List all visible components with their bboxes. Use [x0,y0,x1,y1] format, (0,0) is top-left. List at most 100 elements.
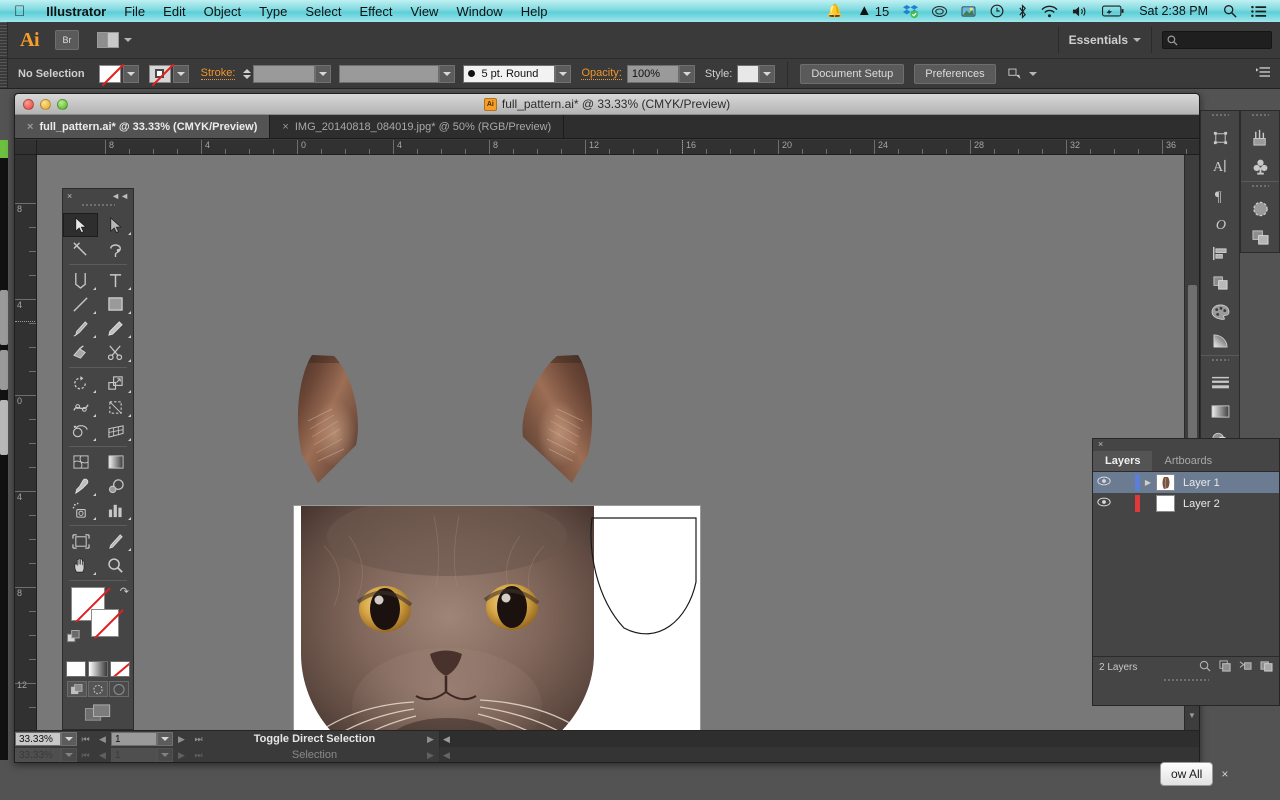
create-new-sublayer-icon[interactable] [1239,660,1252,675]
artboard[interactable] [293,505,701,730]
menu-item-illustrator[interactable]: Illustrator [37,4,115,19]
create-new-layer-icon[interactable] [1260,660,1273,675]
previous-page-button[interactable]: ◀ [94,734,111,745]
graphic-style-swatch[interactable] [737,64,760,83]
wifi-icon[interactable] [1034,5,1065,18]
pencil-tool[interactable] [98,316,133,340]
artboard-number-field[interactable]: 1 [111,732,157,746]
menu-item-window[interactable]: Window [447,4,511,19]
stroke-dropdown[interactable] [172,64,189,83]
close-icon[interactable]: × [27,121,33,133]
color-panel-icon[interactable] [1201,297,1239,326]
search-input[interactable] [1162,31,1272,49]
last-page-button[interactable]: ⏭ [190,734,207,745]
graphic-style-dropdown[interactable] [759,64,776,83]
tab-layers[interactable]: Layers [1093,451,1153,471]
toolbox-gripper[interactable] [81,203,115,211]
symbols-panel-icon[interactable] [1241,152,1279,181]
battery-icon[interactable] [1095,5,1131,17]
magic-wand-tool[interactable] [63,237,98,261]
width-warp-tool[interactable] [63,395,98,419]
launch-bridge-button[interactable]: Br [55,30,79,50]
status-tool-hint[interactable]: Toggle Direct Selection [207,733,422,745]
vertical-ruler[interactable]: 8 4 0 4 8 12 [15,155,37,730]
ear-outline-path[interactable] [586,516,716,651]
scroll-down-icon[interactable]: ▼ [1185,711,1199,720]
eraser-scissors-tool[interactable] [98,340,133,364]
stroke-profile-dropdown[interactable] [439,64,456,83]
scale-tool[interactable] [98,371,133,395]
visibility-toggle-icon[interactable] [1093,497,1115,510]
stroke-label[interactable]: Stroke: [200,67,236,80]
workspace-switcher[interactable]: Essentials [1069,33,1141,47]
dock-gripper[interactable] [1251,113,1269,121]
document-tab-full-pattern[interactable]: × full_pattern.ai* @ 33.33% (CMYK/Previe… [15,115,271,138]
layer-row-layer-2[interactable]: Layer 2 [1093,493,1279,514]
none-swatch-button[interactable] [110,661,130,677]
paragraph-panel-icon[interactable]: ¶ [1201,181,1239,210]
menu-item-effect[interactable]: Effect [350,4,401,19]
stroke-profile-field[interactable] [339,64,440,83]
type-tool[interactable] [98,268,133,292]
fill-swatch[interactable] [98,64,121,83]
left-edge-handle[interactable] [0,290,8,345]
eyedropper-tool[interactable] [63,474,98,498]
left-edge-handle[interactable] [0,350,8,390]
symbol-sprayer-tool[interactable] [63,498,98,522]
transform-panel-icon[interactable] [1201,123,1239,152]
first-page-button[interactable]: ⏮ [77,734,94,745]
fill-dropdown[interactable] [122,64,139,83]
draw-behind-icon[interactable] [88,681,108,697]
gradient-tool[interactable] [98,450,133,474]
character-panel-icon[interactable]: A [1201,152,1239,181]
zoom-tool[interactable] [98,553,133,577]
show-all-button[interactable]: ow All [1160,762,1214,786]
canvas-area[interactable] [37,155,1184,730]
make-clipping-mask-icon[interactable] [1219,660,1231,675]
stroke-none-swatch[interactable] [91,609,119,637]
draw-inside-icon[interactable] [109,681,129,697]
arrange-documents-button[interactable] [97,32,132,48]
free-transform-tool[interactable] [98,395,133,419]
stroke-panel-icon[interactable] [1201,368,1239,397]
time-machine-icon[interactable] [983,4,1011,18]
document-tab-img-jpg[interactable]: × IMG_20140818_084019.jpg* @ 50% (RGB/Pr… [270,115,565,138]
menu-item-help[interactable]: Help [512,4,557,19]
brush-definition-field[interactable]: 5 pt. Round [463,64,556,83]
menu-item-object[interactable]: Object [195,4,251,19]
stroke-weight-spinner[interactable] [243,68,252,79]
close-icon[interactable]: × [1093,439,1279,451]
cat-right-ear[interactable] [493,349,603,489]
selection-tool[interactable] [63,213,98,237]
menu-bar-clock[interactable]: Sat 2:38 PM [1131,4,1216,18]
gradient-swatch-button[interactable] [88,661,108,677]
zoom-level-field[interactable]: 33.33% [15,732,61,746]
ruler-corner[interactable] [15,140,37,155]
appearance-panel-icon[interactable] [1241,194,1279,223]
notification-bell-icon[interactable]: 🔔 [820,3,850,19]
pen-tool[interactable] [63,268,98,292]
menu-item-edit[interactable]: Edit [154,4,194,19]
artboard-tool[interactable] [63,529,98,553]
dock-gripper[interactable] [1211,358,1229,366]
swap-fill-stroke-icon[interactable]: ↷ [120,585,129,598]
next-page-button[interactable]: ▶ [173,734,190,745]
dock-gripper[interactable] [1211,113,1229,121]
cat-left-ear[interactable] [290,349,390,489]
default-fill-stroke-icon[interactable] [67,630,81,647]
menu-item-file[interactable]: File [115,4,154,19]
adobe-app-icon[interactable]: ▲ 15 [850,3,896,20]
layer-name[interactable]: Layer 2 [1175,498,1220,510]
close-icon[interactable]: × [67,191,72,201]
bluetooth-icon[interactable] [1011,3,1034,19]
status-scroll-track[interactable]: ◀ [439,731,1199,747]
panel-menu-icon[interactable] [1256,66,1280,81]
menu-item-type[interactable]: Type [250,4,296,19]
direct-selection-tool[interactable] [98,213,133,237]
menu-item-view[interactable]: View [402,4,448,19]
volume-icon[interactable] [1065,5,1095,18]
color-swatch-button[interactable] [66,661,86,677]
close-icon[interactable]: × [1213,767,1228,781]
layer-name[interactable]: Layer 1 [1175,477,1220,489]
layer-row-layer-1[interactable]: ▶ Layer 1 [1093,472,1279,493]
